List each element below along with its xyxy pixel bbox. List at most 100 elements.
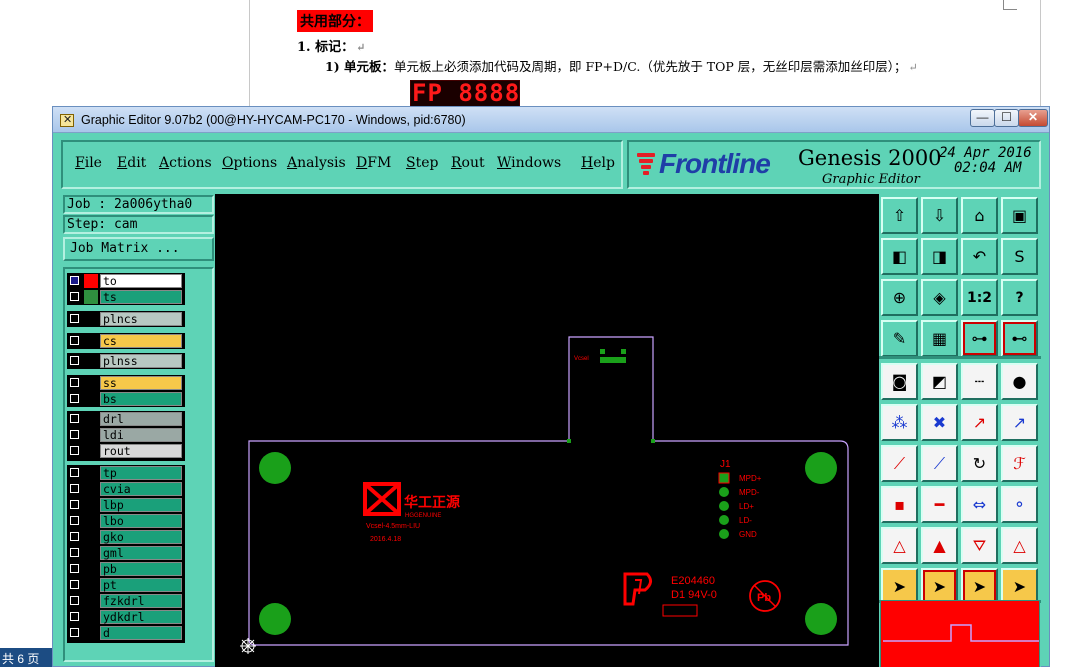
job-matrix-button[interactable]: Job Matrix ... bbox=[63, 237, 214, 261]
tool-help-button[interactable]: ? bbox=[1001, 279, 1038, 316]
maximize-button[interactable]: ☐ bbox=[994, 109, 1019, 127]
layer-color-swatch[interactable] bbox=[84, 610, 98, 624]
menu-edit[interactable]: Edit bbox=[117, 155, 146, 171]
layer-row-rout[interactable]: rout bbox=[67, 444, 185, 458]
layer-checkbox[interactable] bbox=[70, 276, 79, 285]
layer-color-swatch[interactable] bbox=[84, 466, 98, 480]
layer-color-swatch[interactable] bbox=[84, 578, 98, 592]
tool-arrow-red-button[interactable]: ↗ bbox=[961, 404, 998, 441]
layer-name[interactable]: gko bbox=[100, 530, 182, 544]
layer-row-ldi[interactable]: ldi bbox=[67, 428, 185, 442]
layer-checkbox[interactable] bbox=[70, 532, 79, 541]
layer-color-swatch[interactable] bbox=[84, 334, 98, 348]
tool-cross-select-button[interactable]: ✖ bbox=[921, 404, 958, 441]
graphics-canvas[interactable]: Vcsel J1 MPD+ MPD- LD+ LD- GND 华工正源 HGGE… bbox=[215, 194, 879, 667]
layer-checkbox[interactable] bbox=[70, 446, 79, 455]
tool-pan-right-button[interactable]: ◨ bbox=[921, 238, 958, 275]
minimize-button[interactable]: — bbox=[970, 109, 995, 127]
layer-name[interactable]: tp bbox=[100, 466, 182, 480]
layer-name[interactable]: bs bbox=[100, 392, 182, 406]
layer-color-swatch[interactable] bbox=[84, 498, 98, 512]
tool-arrow-blue-button[interactable]: ↗ bbox=[1001, 404, 1038, 441]
layer-row-pb[interactable]: pb bbox=[67, 562, 185, 576]
layer-checkbox[interactable] bbox=[70, 484, 79, 493]
layer-checkbox[interactable] bbox=[70, 356, 79, 365]
tool-line-blue-button[interactable]: ⟋ bbox=[921, 445, 958, 482]
layer-color-swatch[interactable] bbox=[84, 482, 98, 496]
layer-checkbox[interactable] bbox=[70, 394, 79, 403]
tool-route-tool-1-button[interactable]: ⊶ bbox=[961, 320, 998, 357]
layer-row-ss[interactable]: ss bbox=[67, 376, 185, 390]
tool-ruler-button[interactable]: ┄ bbox=[961, 363, 998, 400]
layer-name[interactable]: pb bbox=[100, 562, 182, 576]
layer-name[interactable]: lbp bbox=[100, 498, 182, 512]
menu-help[interactable]: Help bbox=[581, 155, 615, 171]
tool-snap-button[interactable]: S bbox=[1001, 238, 1038, 275]
layer-row-to[interactable]: to bbox=[67, 274, 185, 288]
layer-row-cvia[interactable]: cvia bbox=[67, 482, 185, 496]
layer-row-plnss[interactable]: plnss bbox=[67, 354, 185, 368]
tool-pad-add-button[interactable]: ▪ bbox=[881, 486, 918, 523]
layer-checkbox[interactable] bbox=[70, 336, 79, 345]
layer-name[interactable]: plnss bbox=[100, 354, 182, 368]
layer-name[interactable]: fzkdrl bbox=[100, 594, 182, 608]
tool-triangle-1-button[interactable]: △ bbox=[881, 527, 918, 564]
tool-pan-left-button[interactable]: ◧ bbox=[881, 238, 918, 275]
layer-row-gml[interactable]: gml bbox=[67, 546, 185, 560]
tool-undo-redo-button[interactable]: ↶ bbox=[961, 238, 998, 275]
tool-select-feature-button[interactable]: ◙ bbox=[881, 363, 918, 400]
layer-row-fzkdrl[interactable]: fzkdrl bbox=[67, 594, 185, 608]
layer-row-pt[interactable]: pt bbox=[67, 578, 185, 592]
tool-measure-tool-button[interactable]: ✎ bbox=[881, 320, 918, 357]
layer-name[interactable]: to bbox=[100, 274, 182, 288]
layer-name[interactable]: plncs bbox=[100, 312, 182, 326]
layer-name[interactable]: ts bbox=[100, 290, 182, 304]
tool-window-fit-button[interactable]: ▣ bbox=[1001, 197, 1038, 234]
tool-pad-select-button[interactable]: ● bbox=[1001, 363, 1038, 400]
tool-rotate-button[interactable]: ↻ bbox=[961, 445, 998, 482]
tool-connect-nets-button[interactable]: ⁂ bbox=[881, 404, 918, 441]
menu-analysis[interactable]: Analysis bbox=[287, 155, 346, 171]
tool-draw-area-button[interactable]: ◩ bbox=[921, 363, 958, 400]
title-bar[interactable]: Graphic Editor 9.07b2 (00@HY-HYCAM-PC170… bbox=[53, 107, 1049, 133]
layer-row-ydkdrl[interactable]: ydkdrl bbox=[67, 610, 185, 624]
layer-row-lbp[interactable]: lbp bbox=[67, 498, 185, 512]
layer-checkbox[interactable] bbox=[70, 516, 79, 525]
layer-checkbox[interactable] bbox=[70, 468, 79, 477]
layer-color-swatch[interactable] bbox=[84, 626, 98, 640]
layer-checkbox[interactable] bbox=[70, 580, 79, 589]
layer-checkbox[interactable] bbox=[70, 628, 79, 637]
layer-row-tp[interactable]: tp bbox=[67, 466, 185, 480]
tool-center-button[interactable]: ◈ bbox=[921, 279, 958, 316]
tool-home-button[interactable]: ⌂ bbox=[961, 197, 998, 234]
menu-step[interactable]: Step bbox=[406, 155, 438, 171]
layer-row-bs[interactable]: bs bbox=[67, 392, 185, 406]
tool-triangle-4-button[interactable]: △ bbox=[1001, 527, 1038, 564]
layer-row-d[interactable]: d bbox=[67, 626, 185, 640]
layer-checkbox[interactable] bbox=[70, 596, 79, 605]
layer-row-ts[interactable]: ts bbox=[67, 290, 185, 304]
layer-color-swatch[interactable] bbox=[84, 594, 98, 608]
layer-name[interactable]: gml bbox=[100, 546, 182, 560]
tool-triangle-2-button[interactable]: ▲ bbox=[921, 527, 958, 564]
layer-row-gko[interactable]: gko bbox=[67, 530, 185, 544]
layer-color-swatch[interactable] bbox=[84, 562, 98, 576]
layer-checkbox[interactable] bbox=[70, 430, 79, 439]
layer-row-drl[interactable]: drl bbox=[67, 412, 185, 426]
menu-dfm[interactable]: DFM bbox=[356, 155, 391, 171]
layer-row-cs[interactable]: cs bbox=[67, 334, 185, 348]
close-button[interactable]: ✕ bbox=[1018, 109, 1048, 127]
layer-checkbox[interactable] bbox=[70, 292, 79, 301]
tool-line-red-button[interactable]: ⟋ bbox=[881, 445, 918, 482]
layer-checkbox[interactable] bbox=[70, 564, 79, 573]
layer-name[interactable]: ss bbox=[100, 376, 182, 390]
layer-color-swatch[interactable] bbox=[84, 546, 98, 560]
layer-checkbox[interactable] bbox=[70, 378, 79, 387]
tool-zoom-home-button[interactable]: ⇧ bbox=[881, 197, 918, 234]
layer-color-swatch[interactable] bbox=[84, 444, 98, 458]
layer-color-swatch[interactable] bbox=[84, 392, 98, 406]
tool-mirror-x-button[interactable]: ⇔ bbox=[961, 486, 998, 523]
tool-triangle-3-button[interactable]: ⛛ bbox=[961, 527, 998, 564]
layer-name[interactable]: d bbox=[100, 626, 182, 640]
layer-checkbox[interactable] bbox=[70, 500, 79, 509]
